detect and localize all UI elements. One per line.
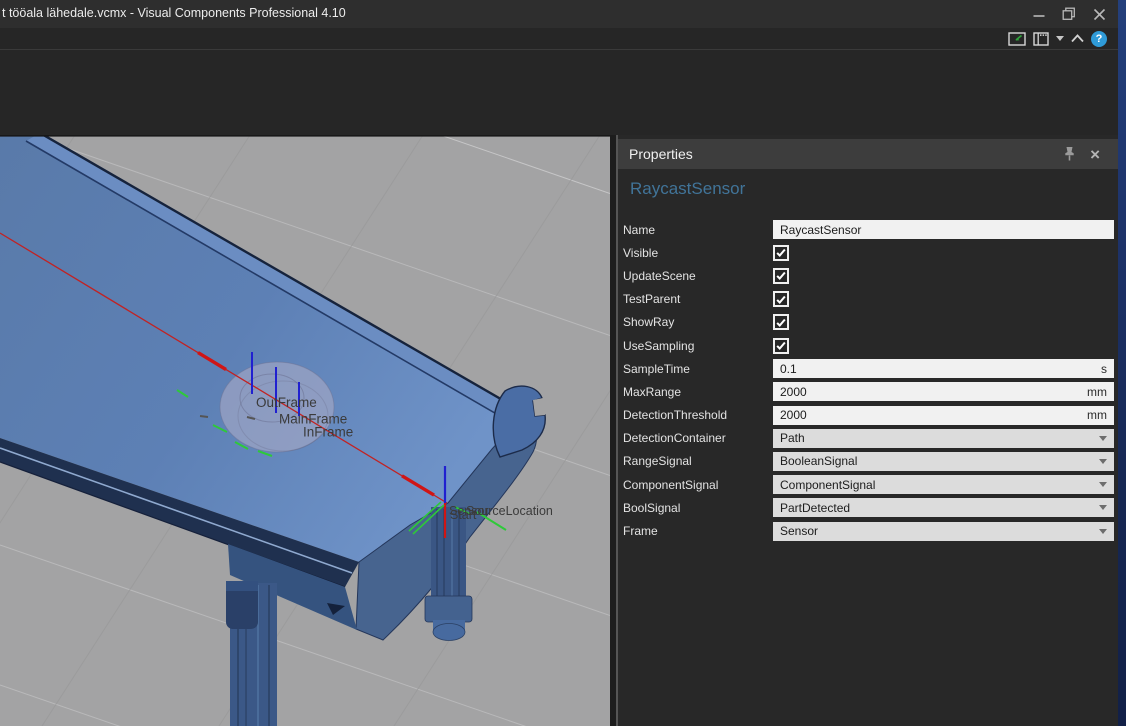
rangesignal-dropdown[interactable]: BooleanSignal — [773, 452, 1114, 471]
property-row-componentsignal: ComponentSignal ComponentSignal — [618, 473, 1118, 496]
property-row-detectioncontainer: DetectionContainer Path — [618, 427, 1118, 450]
dock-window-icon[interactable] — [1008, 31, 1027, 47]
dropdown-value: PartDetected — [780, 501, 850, 515]
panel-title: Properties — [629, 146, 693, 162]
layout-dropdown-caret[interactable] — [1056, 36, 1064, 41]
label-inframe: InFrame — [303, 425, 353, 440]
field-value: 2000 — [780, 408, 807, 422]
chevron-down-icon — [1099, 459, 1107, 464]
chevron-down-icon — [1099, 529, 1107, 534]
property-label: UseSampling — [623, 339, 773, 353]
restore-icon — [1062, 7, 1076, 21]
unit-label: mm — [1087, 408, 1107, 422]
close-icon — [1093, 8, 1106, 21]
showray-checkbox[interactable] — [773, 314, 789, 330]
window-controls — [1024, 0, 1114, 28]
property-label: Frame — [623, 524, 773, 538]
property-row-sampletime: SampleTime 0.1 s — [618, 357, 1118, 380]
checkmark-icon — [775, 316, 787, 329]
property-label: SampleTime — [623, 362, 773, 376]
help-button[interactable]: ? — [1091, 31, 1107, 47]
checkmark-icon — [775, 246, 787, 259]
component-name: RaycastSensor — [630, 179, 745, 199]
sampletime-input[interactable]: 0.1 s — [773, 359, 1114, 378]
property-row-testparent: TestParent — [618, 288, 1118, 311]
viewport-3d[interactable]: OutFrame MainFrame InFrame Start Sensor … — [0, 135, 610, 726]
property-label: UpdateScene — [623, 269, 773, 283]
window-title: t tööala lähedale.vcmx - Visual Componen… — [2, 6, 346, 20]
panel-splitter[interactable] — [610, 135, 618, 726]
property-row-frame: Frame Sensor — [618, 519, 1118, 542]
property-row-maxrange: MaxRange 2000 mm — [618, 380, 1118, 403]
property-label: Name — [623, 223, 773, 237]
property-row-showray: ShowRay — [618, 311, 1118, 334]
quick-access-toolbar: ? — [1008, 28, 1118, 49]
property-row-boolsignal: BoolSignal PartDetected — [618, 496, 1118, 519]
property-rows: Name Visible UpdateScene TestParent — [618, 218, 1118, 543]
property-label: MaxRange — [623, 385, 773, 399]
property-label: DetectionThreshold — [623, 408, 773, 422]
property-label: RangeSignal — [623, 454, 773, 468]
chevron-down-icon — [1099, 482, 1107, 487]
name-input[interactable] — [773, 220, 1114, 239]
panel-close-icon[interactable]: × — [1090, 146, 1100, 163]
property-row-updatescene: UpdateScene — [618, 264, 1118, 287]
usesampling-checkbox[interactable] — [773, 338, 789, 354]
property-row-rangesignal: RangeSignal BooleanSignal — [618, 450, 1118, 473]
properties-panel-header: Properties × — [618, 139, 1118, 169]
frame-dropdown[interactable]: Sensor — [773, 522, 1114, 541]
label-outframe: OutFrame — [256, 395, 317, 410]
maxrange-input[interactable]: 2000 mm — [773, 382, 1114, 401]
scene-conveyor: OutFrame MainFrame InFrame Start Sensor … — [0, 135, 610, 726]
property-row-name: Name — [618, 218, 1118, 241]
property-row-detectionthreshold: DetectionThreshold 2000 mm — [618, 404, 1118, 427]
minimize-button[interactable] — [1024, 0, 1054, 28]
app-window: t tööala lähedale.vcmx - Visual Componen… — [0, 0, 1126, 726]
close-button[interactable] — [1084, 0, 1114, 28]
property-row-visible: Visible — [618, 241, 1118, 264]
label-sourcelocation: SourceLocation — [466, 504, 553, 518]
boolsignal-dropdown[interactable]: PartDetected — [773, 498, 1114, 517]
property-label: BoolSignal — [623, 501, 773, 515]
collapse-ribbon-chevron-icon[interactable] — [1070, 32, 1085, 45]
checkmark-icon — [775, 339, 787, 352]
dropdown-value: Sensor — [780, 524, 818, 538]
checkmark-icon — [775, 269, 787, 282]
property-label: ComponentSignal — [623, 478, 773, 492]
componentsignal-dropdown[interactable]: ComponentSignal — [773, 475, 1114, 494]
checkmark-icon — [775, 293, 787, 306]
property-row-usesampling: UseSampling — [618, 334, 1118, 357]
properties-panel: Properties × RaycastSensor Name Visible — [618, 135, 1118, 726]
desktop-edge — [1118, 0, 1126, 726]
restore-button[interactable] — [1054, 0, 1084, 28]
layout-panels-icon[interactable] — [1033, 31, 1050, 47]
detectioncontainer-dropdown[interactable]: Path — [773, 429, 1114, 448]
detectionthreshold-input[interactable]: 2000 mm — [773, 406, 1114, 425]
dropdown-value: BooleanSignal — [780, 454, 857, 468]
pin-icon[interactable] — [1063, 146, 1076, 162]
updatescene-checkbox[interactable] — [773, 268, 789, 284]
help-icon: ? — [1096, 33, 1103, 45]
property-label: Visible — [623, 246, 773, 260]
collapsed-ribbon-area — [0, 50, 1118, 135]
minimize-icon — [1033, 8, 1045, 20]
field-value: 0.1 — [780, 362, 797, 376]
chevron-down-icon — [1099, 436, 1107, 441]
property-label: TestParent — [623, 292, 773, 306]
titlebar: t tööala lähedale.vcmx - Visual Componen… — [0, 0, 1118, 28]
visible-checkbox[interactable] — [773, 245, 789, 261]
property-label: DetectionContainer — [623, 431, 773, 445]
dropdown-value: Path — [780, 431, 805, 445]
unit-label: s — [1101, 362, 1107, 376]
field-value: 2000 — [780, 385, 807, 399]
unit-label: mm — [1087, 385, 1107, 399]
property-label: ShowRay — [623, 315, 773, 329]
chevron-down-icon — [1099, 505, 1107, 510]
dropdown-value: ComponentSignal — [780, 478, 875, 492]
testparent-checkbox[interactable] — [773, 291, 789, 307]
